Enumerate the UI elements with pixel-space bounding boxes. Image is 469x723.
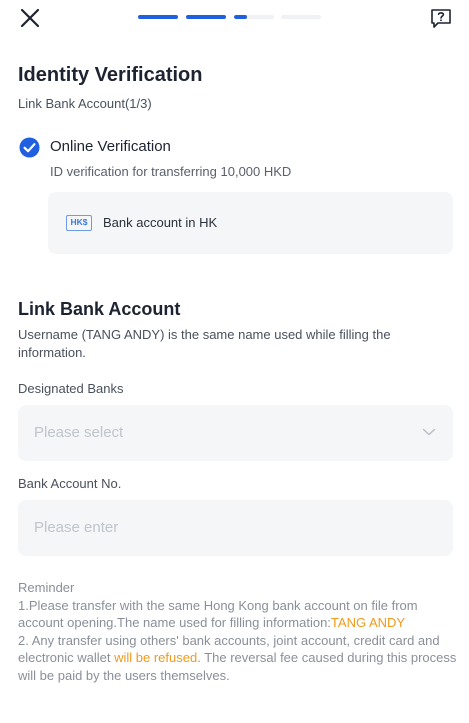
reminder-line-2: 2. Any transfer using others' bank accou… (18, 632, 458, 685)
bank-account-no-placeholder: Please enter (34, 519, 119, 536)
designated-banks-select[interactable]: Please select (18, 405, 453, 461)
progress-step-2 (186, 15, 226, 19)
reminder-block: Reminder 1.Please transfer with the same… (18, 579, 458, 685)
option-description: ID verification for transferring 10,000 … (50, 164, 292, 179)
progress-step-4 (281, 15, 321, 19)
option-title: Online Verification (50, 138, 171, 155)
bank-account-card[interactable]: HK$ Bank account in HK (48, 192, 453, 254)
help-icon (431, 9, 451, 28)
check-circle-icon[interactable] (19, 137, 40, 158)
reminder-refused-highlight: will be refused (114, 650, 198, 666)
reminder-username: TANG ANDY (330, 615, 406, 631)
page-subtitle: Link Bank Account(1/3) (18, 96, 152, 111)
top-bar (0, 0, 469, 36)
page-title: Identity Verification (18, 64, 203, 86)
reminder-heading: Reminder (18, 580, 75, 595)
close-icon (20, 8, 40, 28)
progress-step-1 (138, 15, 178, 19)
section-description: Username (TANG ANDY) is the same name us… (18, 327, 391, 360)
progress-step-3 (234, 15, 274, 19)
hkd-icon: HK$ (66, 215, 92, 231)
bank-card-label: Bank account in HK (103, 215, 218, 230)
bank-account-no-input[interactable]: Please enter (18, 500, 453, 556)
section-title: Link Bank Account (18, 299, 181, 319)
designated-banks-label: Designated Banks (18, 381, 124, 396)
designated-banks-placeholder: Please select (34, 424, 124, 441)
progress-indicator (138, 15, 322, 20)
reminder-line-1: 1.Please transfer with the same Hong Kon… (18, 597, 458, 632)
chevron-down-icon (422, 428, 436, 436)
help-button[interactable] (430, 7, 452, 29)
bank-account-no-label: Bank Account No. (18, 476, 122, 491)
close-button[interactable] (18, 6, 42, 30)
